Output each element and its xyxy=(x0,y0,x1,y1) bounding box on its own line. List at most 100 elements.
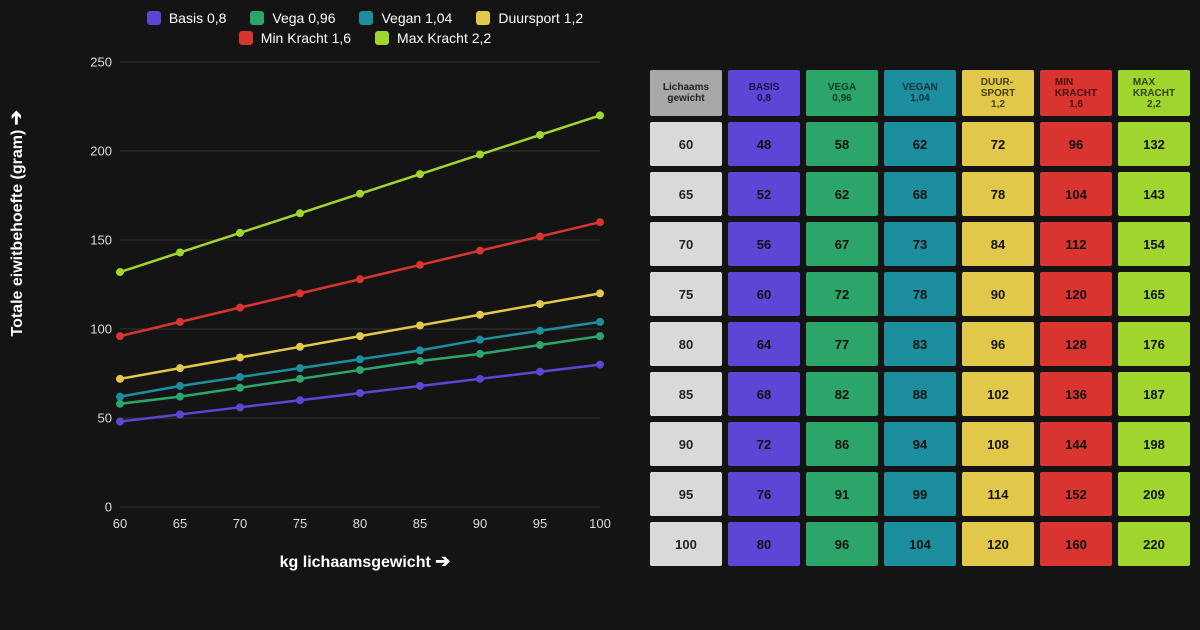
table-cell: 60 xyxy=(728,272,800,316)
table-cell: 96 xyxy=(1040,122,1112,166)
legend-swatch xyxy=(359,11,373,25)
y-tick: 200 xyxy=(72,144,112,159)
table-cell: 220 xyxy=(1118,522,1190,566)
x-tick: 80 xyxy=(353,516,367,531)
table-cell: 120 xyxy=(1040,272,1112,316)
table-cell: 154 xyxy=(1118,222,1190,266)
table-header: BASIS0,8 xyxy=(728,70,800,116)
legend-item: Basis 0,8 xyxy=(147,10,227,26)
line-chart: 0 50 100 150 200 250 60 65 70 75 80 85 90 95 100 xyxy=(60,52,620,547)
table-cell: 78 xyxy=(884,272,956,316)
table-header: MIN KRACHT1,6 xyxy=(1040,70,1112,116)
table-weight-cell: 60 xyxy=(650,122,722,166)
legend-swatch xyxy=(147,11,161,25)
legend-item: Vegan 1,04 xyxy=(359,10,452,26)
table-cell: 136 xyxy=(1040,372,1112,416)
protein-table: LichaamsgewichtBASIS0,8VEGA0,96VEGAN1,04… xyxy=(650,70,1190,566)
x-tick: 65 xyxy=(173,516,187,531)
table-cell: 108 xyxy=(962,422,1034,466)
table-header: MAX KRACHT2,2 xyxy=(1118,70,1190,116)
table-cell: 176 xyxy=(1118,322,1190,366)
table-header-weight: Lichaamsgewicht xyxy=(650,70,722,116)
table-cell: 88 xyxy=(884,372,956,416)
legend-item: Vega 0,96 xyxy=(250,10,335,26)
table-cell: 82 xyxy=(806,372,878,416)
table-weight-cell: 65 xyxy=(650,172,722,216)
table-cell: 56 xyxy=(728,222,800,266)
y-tick: 100 xyxy=(72,322,112,337)
table-cell: 73 xyxy=(884,222,956,266)
table-cell: 68 xyxy=(728,372,800,416)
legend-swatch xyxy=(375,31,389,45)
table-cell: 96 xyxy=(806,522,878,566)
x-tick: 95 xyxy=(533,516,547,531)
y-tick: 150 xyxy=(72,233,112,248)
table-cell: 120 xyxy=(962,522,1034,566)
x-tick: 90 xyxy=(473,516,487,531)
y-tick: 50 xyxy=(72,411,112,426)
y-axis-label: Totale eiwitbehoefte (gram) ➔ xyxy=(6,110,27,336)
table-cell: 104 xyxy=(1040,172,1112,216)
table-weight-cell: 70 xyxy=(650,222,722,266)
table-cell: 128 xyxy=(1040,322,1112,366)
legend-label: Min Kracht 1,6 xyxy=(261,30,351,46)
arrow-icon: ➔ xyxy=(6,110,26,125)
table-cell: 91 xyxy=(806,472,878,516)
y-tick: 0 xyxy=(72,500,112,515)
table-cell: 114 xyxy=(962,472,1034,516)
arrow-icon: ➔ xyxy=(435,551,450,571)
table-weight-cell: 85 xyxy=(650,372,722,416)
table-cell: 112 xyxy=(1040,222,1112,266)
table-cell: 48 xyxy=(728,122,800,166)
table-cell: 77 xyxy=(806,322,878,366)
table-cell: 90 xyxy=(962,272,1034,316)
table-cell: 68 xyxy=(884,172,956,216)
table-weight-cell: 100 xyxy=(650,522,722,566)
table-cell: 104 xyxy=(884,522,956,566)
legend-item: Max Kracht 2,2 xyxy=(375,30,491,46)
x-tick: 75 xyxy=(293,516,307,531)
table-cell: 62 xyxy=(884,122,956,166)
chart-legend: Basis 0,8 Vega 0,96 Vegan 1,04 Duursport 1,… xyxy=(40,10,630,46)
table-cell: 78 xyxy=(962,172,1034,216)
legend-label: Duursport 1,2 xyxy=(498,10,583,26)
table-cell: 102 xyxy=(962,372,1034,416)
table-cell: 144 xyxy=(1040,422,1112,466)
table-cell: 94 xyxy=(884,422,956,466)
table-cell: 198 xyxy=(1118,422,1190,466)
x-tick: 60 xyxy=(113,516,127,531)
table-cell: 143 xyxy=(1118,172,1190,216)
x-tick: 85 xyxy=(413,516,427,531)
x-axis-label: kg lichaamsgewicht ➔ xyxy=(40,551,630,572)
x-tick: 70 xyxy=(233,516,247,531)
legend-item: Min Kracht 1,6 xyxy=(239,30,351,46)
y-tick: 250 xyxy=(72,55,112,70)
table-cell: 187 xyxy=(1118,372,1190,416)
table-header: DUUR- SPORT1,2 xyxy=(962,70,1034,116)
table-cell: 72 xyxy=(962,122,1034,166)
legend-swatch xyxy=(476,11,490,25)
legend-swatch xyxy=(250,11,264,25)
legend-swatch xyxy=(239,31,253,45)
table-cell: 83 xyxy=(884,322,956,366)
table-cell: 96 xyxy=(962,322,1034,366)
table-cell: 86 xyxy=(806,422,878,466)
legend-label: Vega 0,96 xyxy=(272,10,335,26)
x-tick: 100 xyxy=(589,516,611,531)
table-cell: 52 xyxy=(728,172,800,216)
table-cell: 76 xyxy=(728,472,800,516)
table-cell: 58 xyxy=(806,122,878,166)
legend-item: Duursport 1,2 xyxy=(476,10,583,26)
table-cell: 132 xyxy=(1118,122,1190,166)
legend-label: Vegan 1,04 xyxy=(381,10,452,26)
table-cell: 160 xyxy=(1040,522,1112,566)
table-cell: 80 xyxy=(728,522,800,566)
table-cell: 165 xyxy=(1118,272,1190,316)
table-cell: 72 xyxy=(728,422,800,466)
table-weight-cell: 90 xyxy=(650,422,722,466)
table-header: VEGAN1,04 xyxy=(884,70,956,116)
table-cell: 152 xyxy=(1040,472,1112,516)
table-weight-cell: 95 xyxy=(650,472,722,516)
table-cell: 72 xyxy=(806,272,878,316)
table-cell: 67 xyxy=(806,222,878,266)
